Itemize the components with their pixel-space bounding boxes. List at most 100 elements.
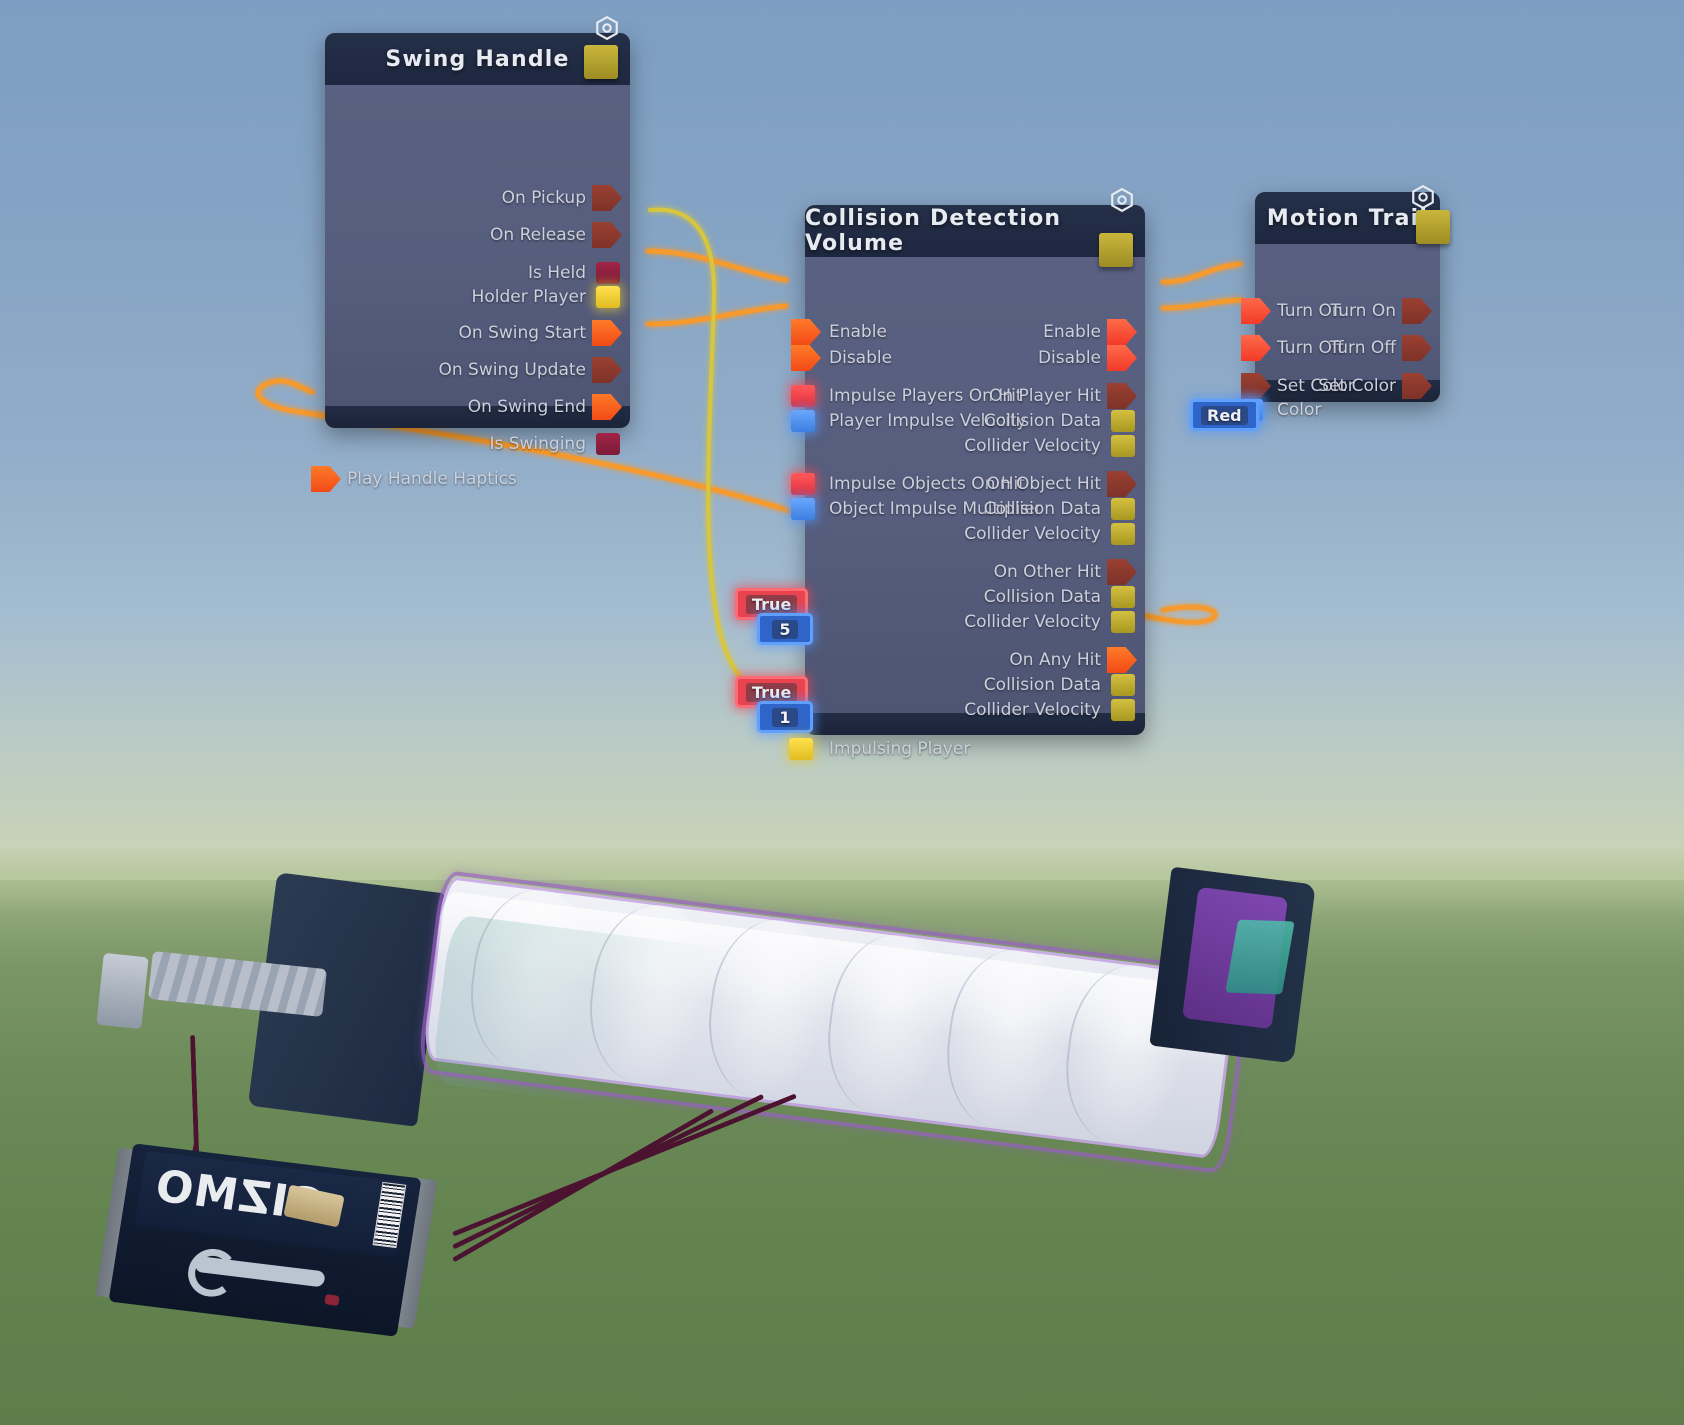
output-port-collision-data[interactable] — [1111, 674, 1135, 696]
output-port-collision-data[interactable] — [1111, 586, 1135, 608]
port-label: On Other Hit — [993, 562, 1101, 582]
node-swing-handle[interactable]: Swing Handle On Pickup On Release Is Hel… — [311, 15, 630, 492]
output-port-turn-off[interactable] — [1402, 335, 1432, 361]
port-row-on-player-hit[interactable]: On Player Hit — [761, 383, 1145, 409]
port-row-on-other-hit[interactable]: On Other Hit — [761, 559, 1145, 585]
output-port-on-pickup[interactable] — [592, 185, 622, 211]
output-port-is-swinging[interactable] — [596, 433, 620, 455]
output-port-set-color[interactable] — [1402, 373, 1432, 399]
port-row-on-pickup[interactable]: On Pickup — [281, 185, 630, 211]
output-port-holder-player[interactable] — [596, 286, 620, 308]
wire-cdvenable-turnon — [1160, 261, 1243, 285]
port-row-collision-data-other[interactable]: Collision Data — [761, 584, 1145, 610]
input-port-impulsing-player[interactable] — [789, 738, 813, 760]
output-port-collider-velocity[interactable] — [1111, 611, 1135, 633]
port-label: On Swing End — [467, 397, 586, 417]
port-label: Holder Player — [471, 287, 586, 307]
port-row-on-release[interactable]: On Release — [281, 222, 630, 248]
port-row-turn-off-out[interactable]: Turn Off — [1211, 335, 1440, 361]
output-port-on-object-hit[interactable] — [1107, 471, 1137, 497]
node-body-collision-detection-volume: Enable Disable Impulse Players On Hit Tr… — [735, 257, 1145, 760]
port-label: Collider Velocity — [964, 436, 1101, 456]
circuit-graph-overlay[interactable]: Swing Handle On Pickup On Release Is Hel… — [0, 0, 1684, 1425]
node-collision-detection-volume[interactable]: Collision Detection Volume Enable Disabl… — [735, 187, 1145, 760]
port-label: On Object Hit — [986, 474, 1101, 494]
port-label: Play Handle Haptics — [347, 469, 517, 489]
port-row-collider-velocity-player[interactable]: Collider Velocity — [761, 433, 1145, 459]
port-label: On Pickup — [501, 188, 586, 208]
port-label: Turn Off — [1329, 338, 1396, 358]
output-port-collider-velocity[interactable] — [1111, 699, 1135, 721]
port-label: Collision Data — [983, 411, 1101, 431]
port-label: On Swing Start — [458, 323, 586, 343]
port-label: Collision Data — [983, 499, 1101, 519]
output-port-on-swing-update[interactable] — [592, 357, 622, 383]
port-label: Set Color — [1318, 376, 1396, 396]
port-label: Is Held — [527, 263, 586, 283]
port-label: Collider Velocity — [964, 524, 1101, 544]
node-title: Swing Handle — [385, 46, 570, 72]
output-port-enable[interactable] — [1107, 319, 1137, 345]
node-title: Motion Trail — [1266, 205, 1429, 231]
output-port-on-other-hit[interactable] — [1107, 559, 1137, 585]
port-row-collider-velocity-any[interactable]: Collider Velocity — [761, 697, 1145, 723]
port-row-is-held[interactable]: Is Held — [281, 260, 630, 286]
node-color-tab[interactable] — [584, 45, 618, 79]
node-header-collision-detection-volume[interactable]: Collision Detection Volume — [805, 187, 1145, 267]
output-port-collision-data[interactable] — [1111, 498, 1135, 520]
port-label: Color — [1277, 400, 1322, 420]
wire-swingstart-enable — [645, 248, 789, 283]
output-port-collider-velocity[interactable] — [1111, 435, 1135, 457]
port-row-collider-velocity-object[interactable]: Collider Velocity — [761, 521, 1145, 547]
port-label: Collider Velocity — [964, 612, 1101, 632]
output-port-on-release[interactable] — [592, 222, 622, 248]
node-header-swing-handle[interactable]: Swing Handle — [325, 15, 630, 85]
gear-hex-icon[interactable] — [1109, 187, 1135, 213]
port-row-holder-player[interactable]: Holder Player — [281, 284, 630, 310]
port-row-is-swinging[interactable]: Is Swinging — [281, 431, 630, 457]
gear-hex-icon[interactable] — [1410, 184, 1436, 210]
port-label: Collision Data — [983, 675, 1101, 695]
node-header-motion-trail[interactable]: Motion Trail — [1255, 184, 1450, 244]
port-row-collision-data-any[interactable]: Collision Data — [761, 672, 1145, 698]
port-row-on-object-hit[interactable]: On Object Hit — [761, 471, 1145, 497]
port-row-collider-velocity-other[interactable]: Collider Velocity — [761, 609, 1145, 635]
port-row-collision-data-object[interactable]: Collision Data — [761, 496, 1145, 522]
output-port-on-any-hit[interactable] — [1107, 647, 1137, 673]
output-port-on-swing-end[interactable] — [592, 394, 622, 420]
port-label: On Any Hit — [1009, 650, 1101, 670]
output-port-on-player-hit[interactable] — [1107, 383, 1137, 409]
port-row-on-swing-update[interactable]: On Swing Update — [281, 357, 630, 383]
output-port-is-held[interactable] — [596, 262, 620, 284]
port-row-on-swing-end[interactable]: On Swing End — [281, 394, 630, 420]
port-row-color-in[interactable]: Color — [1239, 397, 1462, 423]
literal-value: Red — [1201, 405, 1248, 425]
node-body-swing-handle: On Pickup On Release Is Held Holder Play… — [311, 85, 630, 492]
port-label: On Release — [490, 225, 586, 245]
port-row-impulsing-player[interactable]: Impulsing Player — [789, 736, 1169, 762]
output-port-collision-data[interactable] — [1111, 410, 1135, 432]
port-label: On Swing Update — [438, 360, 586, 380]
literal-chip-color[interactable]: Red — [1190, 399, 1259, 431]
port-row-on-any-hit[interactable]: On Any Hit — [761, 647, 1145, 673]
output-port-disable[interactable] — [1107, 345, 1137, 371]
output-port-collider-velocity[interactable] — [1111, 523, 1135, 545]
port-row-turn-on-out[interactable]: Turn On — [1211, 298, 1440, 324]
port-row-set-color-out[interactable]: Set Color — [1211, 373, 1440, 399]
node-color-tab[interactable] — [1416, 210, 1450, 244]
port-label: Turn On — [1330, 301, 1396, 321]
input-port-play-handle-haptics[interactable] — [311, 466, 341, 492]
port-row-enable-out[interactable]: Enable — [761, 319, 1145, 345]
output-port-turn-on[interactable] — [1402, 298, 1432, 324]
port-row-play-handle-haptics[interactable]: Play Handle Haptics — [311, 466, 652, 492]
port-row-on-swing-start[interactable]: On Swing Start — [281, 320, 630, 346]
port-label: Impulsing Player — [829, 739, 971, 759]
gear-hex-icon[interactable] — [594, 15, 620, 41]
port-label: Collider Velocity — [964, 700, 1101, 720]
output-port-on-swing-start[interactable] — [592, 320, 622, 346]
port-label: Is Swinging — [489, 434, 586, 454]
port-row-disable-out[interactable]: Disable — [761, 345, 1145, 371]
node-motion-trail[interactable]: Motion Trail Turn On Turn Off Set Color — [1190, 184, 1450, 431]
port-row-collision-data-player[interactable]: Collision Data — [761, 408, 1145, 434]
node-body-motion-trail: Turn On Turn Off Set Color Color Red Tur… — [1190, 244, 1440, 431]
